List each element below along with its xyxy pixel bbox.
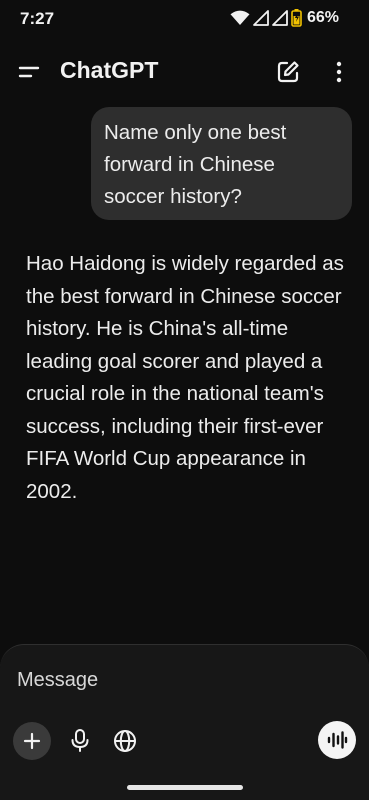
more-options-button[interactable] <box>329 58 349 86</box>
menu-icon <box>18 66 40 78</box>
plus-icon <box>23 732 41 750</box>
voice-mode-button[interactable] <box>318 721 356 759</box>
signal-icon <box>272 10 288 26</box>
message-composer <box>0 644 369 800</box>
home-indicator[interactable] <box>127 785 243 790</box>
globe-icon <box>114 730 136 752</box>
voice-mode-icon <box>327 731 348 749</box>
status-bar: 7:27 66% <box>0 0 369 38</box>
assistant-message: Hao Haidong is widely regarded as the be… <box>26 252 344 503</box>
message-input[interactable] <box>17 665 337 695</box>
user-message-bubble: Name only one best forward in Chinese so… <box>91 107 352 220</box>
status-icons: 66% <box>230 8 339 28</box>
app-title: ChatGPT <box>60 57 159 83</box>
new-chat-button[interactable] <box>274 58 302 86</box>
web-search-button[interactable] <box>112 728 138 754</box>
status-time: 7:27 <box>20 9 55 28</box>
app-header: ChatGPT <box>0 48 369 96</box>
battery-percent: 66% <box>306 9 339 26</box>
menu-button[interactable] <box>14 58 44 86</box>
microphone-button[interactable] <box>68 728 92 754</box>
edit-icon <box>277 61 299 83</box>
chat-screen: 7:27 66% ChatGPT Name only one best forw… <box>0 0 369 800</box>
signal-icon <box>253 10 269 26</box>
wifi-icon <box>230 10 250 26</box>
battery-icon <box>291 9 302 27</box>
add-attachment-button[interactable] <box>13 722 51 760</box>
microphone-icon <box>71 729 89 752</box>
more-vertical-icon <box>336 61 342 83</box>
